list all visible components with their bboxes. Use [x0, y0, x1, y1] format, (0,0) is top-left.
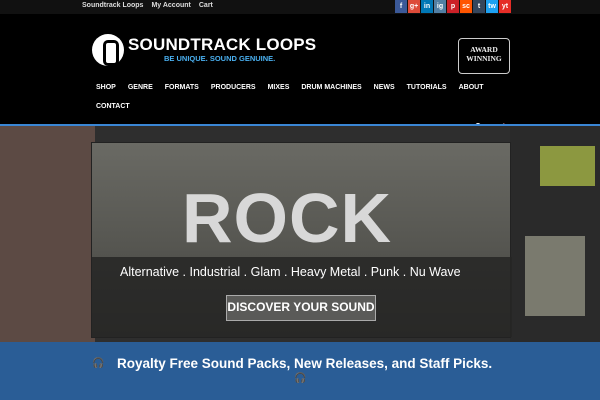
nav-item-formats[interactable]: FORMATS [165, 84, 199, 91]
award-line-2: WINNING [466, 54, 502, 63]
twitter-icon[interactable]: tw [486, 0, 498, 13]
nav-item-genre[interactable]: GENRE [128, 84, 153, 91]
site-header: SOUNDTRACK LOOPS BE UNIQUE. SOUND GENUIN… [0, 14, 600, 133]
site-tagline: BE UNIQUE. SOUND GENUINE. [164, 54, 276, 63]
nav-item-about[interactable]: ABOUT [459, 84, 484, 91]
nav-item-news[interactable]: NEWS [374, 84, 395, 91]
top-link-brand[interactable]: Soundtrack Loops [82, 2, 143, 9]
hero-banner: ROCK Alternative . Industrial . Glam . H… [0, 124, 600, 342]
instagram-icon[interactable]: ig [434, 0, 446, 13]
top-link-account[interactable]: My Account [151, 2, 190, 9]
hero-background-light [540, 146, 595, 186]
youtube-icon[interactable]: yt [499, 0, 511, 13]
hero-background-left [0, 126, 95, 342]
linkedin-icon[interactable]: in [421, 0, 433, 13]
award-line-1: AWARD [470, 45, 498, 54]
main-nav: SHOP GENRE FORMATS PRODUCERS MIXES DRUM … [96, 84, 483, 91]
social-icons: f g+ in ig p sc t tw yt [395, 0, 511, 13]
nav-item-contact[interactable]: CONTACT [96, 103, 130, 110]
nav-item-tutorials[interactable]: TUTORIALS [407, 84, 447, 91]
nav-item-drum-machines[interactable]: DRUM MACHINES [301, 84, 361, 91]
headphones-icon: 🎧 [294, 373, 307, 384]
facebook-icon[interactable]: f [395, 0, 407, 13]
pinterest-icon[interactable]: p [447, 0, 459, 13]
hero-genres: Alternative . Industrial . Glam . Heavy … [120, 265, 461, 279]
hero-background-screen [525, 236, 585, 316]
soundcloud-icon[interactable]: sc [460, 0, 472, 13]
promo-banner-text[interactable]: Royalty Free Sound Packs, New Releases, … [117, 356, 492, 371]
top-links: Soundtrack Loops My Account Cart [82, 2, 213, 9]
hero-title: ROCK [182, 179, 393, 257]
discover-sound-button[interactable]: DISCOVER YOUR SOUND [226, 295, 376, 321]
headphones-icon: 🎧 [92, 358, 105, 369]
site-logo-text[interactable]: SOUNDTRACK LOOPS [128, 35, 316, 55]
top-link-cart[interactable]: Cart [199, 2, 213, 9]
google-plus-icon[interactable]: g+ [408, 0, 420, 13]
nav-item-producers[interactable]: PRODUCERS [211, 84, 256, 91]
promo-banner: 🎧 Royalty Free Sound Packs, New Releases… [0, 342, 600, 400]
tumblr-icon[interactable]: t [473, 0, 485, 13]
nav-item-shop[interactable]: SHOP [96, 84, 116, 91]
nav-item-mixes[interactable]: MIXES [268, 84, 290, 91]
top-bar: Soundtrack Loops My Account Cart f g+ in… [0, 0, 600, 14]
award-badge: AWARD WINNING [458, 38, 510, 74]
logo-icon[interactable] [92, 34, 124, 66]
hero-panel: ROCK Alternative . Industrial . Glam . H… [91, 142, 512, 338]
